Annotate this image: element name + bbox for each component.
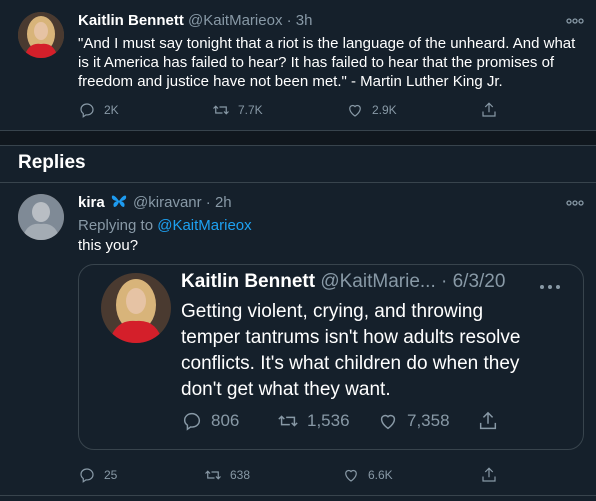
reply-icon xyxy=(80,103,94,118)
avatar[interactable] xyxy=(18,194,64,240)
like-icon xyxy=(380,414,396,430)
replying-to-link[interactable]: @KaitMarieox xyxy=(157,217,251,234)
author-name[interactable]: kira xyxy=(78,194,105,211)
quoted-text-line: conflicts. It's what children do when th… xyxy=(181,353,520,374)
reply-count: 2K xyxy=(104,103,119,117)
quoted-share xyxy=(477,410,499,432)
like-count: 6.6K xyxy=(368,468,393,482)
tweet-text: this you? xyxy=(78,237,139,254)
quoted-header: Kaitlin Bennett @KaitMarie... · 6/3/20 xyxy=(181,271,505,293)
quoted-text: Getting violent, crying, and throwing te… xyxy=(181,299,571,403)
like-button[interactable]: 2.9K xyxy=(346,101,480,119)
divider xyxy=(0,495,596,496)
divider xyxy=(0,145,596,146)
retweet-icon xyxy=(278,415,298,427)
reply-count: 25 xyxy=(104,468,118,482)
retweet-icon xyxy=(213,105,229,115)
like-count: 2.9K xyxy=(372,103,397,117)
like-button[interactable]: 6.6K xyxy=(342,466,480,484)
quoted-text-line: temper tantrums isn't how adults resolve xyxy=(181,327,521,348)
reply-icon xyxy=(183,412,201,431)
reply-icon xyxy=(80,468,94,483)
replying-to-label: Replying to xyxy=(78,217,158,234)
quoted-handle-time: @KaitMarie... · 6/3/20 xyxy=(320,271,506,292)
retweet-count: 638 xyxy=(230,468,251,482)
tweet-text-line: is it America has failed to hear? It has… xyxy=(78,54,555,71)
author-name[interactable]: Kaitlin Bennett xyxy=(78,12,184,29)
retweet-button[interactable]: 7.7K xyxy=(212,101,346,119)
retweet-count: 7.7K xyxy=(238,103,263,117)
reply-button[interactable]: 2K xyxy=(78,101,212,119)
quoted-like-count: 7,358 xyxy=(407,411,450,430)
share-button[interactable] xyxy=(480,101,498,119)
tweet-text-line: freedom and justice have not been met." … xyxy=(78,73,503,90)
tweet-text-line: "And I must say tonight that a riot is t… xyxy=(78,35,576,52)
tweet-text: "And I must say tonight that a riot is t… xyxy=(78,34,588,91)
quoted-avatar xyxy=(101,273,171,343)
tweet-actions: 25 638 6.6K xyxy=(78,466,498,484)
butterfly-emoji-icon xyxy=(111,195,127,207)
share-icon xyxy=(479,411,497,430)
tweet-actions: 2K 7.7K 2.9K xyxy=(78,101,498,119)
tweet-header: kira @kiravanr · 2h xyxy=(78,194,232,211)
retweet-icon xyxy=(205,470,221,480)
author-handle-time[interactable]: @kiravanr · 2h xyxy=(133,194,232,211)
share-icon xyxy=(482,467,496,482)
like-icon xyxy=(345,469,357,482)
divider xyxy=(0,182,596,183)
avatar-image xyxy=(18,12,64,58)
replies-heading: Replies xyxy=(18,152,86,173)
quoted-text-line: don't get what they want. xyxy=(181,379,391,400)
like-icon xyxy=(349,104,361,117)
author-handle-time[interactable]: @KaitMarieox · 3h xyxy=(188,12,312,29)
quoted-tweet-image[interactable]: Kaitlin Bennett @KaitMarie... · 6/3/20 G… xyxy=(78,264,584,450)
more-icon[interactable] xyxy=(566,12,584,29)
quoted-retweet-count: 1,536 xyxy=(307,411,350,430)
quoted-retweet: 1,536 xyxy=(277,410,377,432)
share-icon xyxy=(482,102,496,117)
quoted-reply: 806 xyxy=(181,410,277,432)
avatar[interactable] xyxy=(18,12,64,58)
retweet-button[interactable]: 638 xyxy=(204,466,342,484)
more-icon[interactable] xyxy=(566,194,584,211)
quoted-more-icon xyxy=(539,277,561,295)
section-gap xyxy=(0,131,596,145)
quoted-text-line: Getting violent, crying, and throwing xyxy=(181,301,484,322)
avatar-image xyxy=(18,194,64,240)
tweet-header: Kaitlin Bennett @KaitMarieox · 3h xyxy=(78,12,312,29)
quoted-like: 7,358 xyxy=(377,410,477,432)
quoted-author-name: Kaitlin Bennett xyxy=(181,271,316,292)
quoted-reply-count: 806 xyxy=(211,411,240,430)
share-button[interactable] xyxy=(480,466,498,484)
replying-to-line: Replying to @KaitMarieox xyxy=(78,216,252,235)
reply-button[interactable]: 25 xyxy=(78,466,204,484)
quoted-actions: 806 1,536 7,358 xyxy=(181,410,499,432)
